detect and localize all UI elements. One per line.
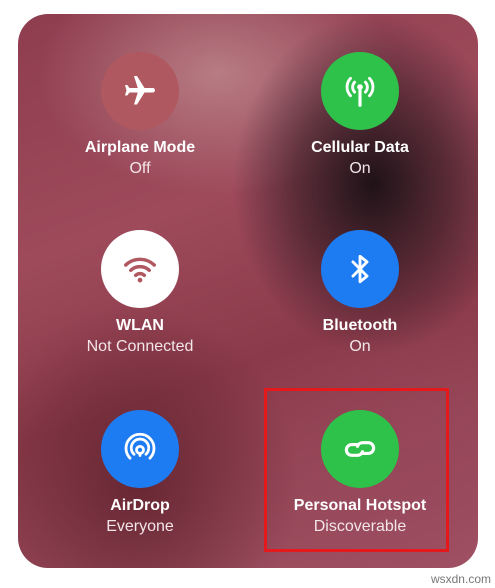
cellular-data-label: Cellular Data [311,139,409,156]
airplane-icon [125,76,155,105]
airplane-mode-label: Airplane Mode [84,139,196,156]
bluetooth-icon [351,254,369,284]
wlan-toggle[interactable]: WLAN Not Connected [40,230,240,390]
airplane-mode-status: Off [129,160,151,177]
airdrop-label: AirDrop [110,497,170,514]
watermark-text: wsxdn.com [430,572,491,586]
bluetooth-button[interactable] [321,230,399,308]
bluetooth-status: On [349,338,371,355]
hotspot-link-icon [344,441,376,457]
airplane-mode-button[interactable] [101,52,179,130]
airdrop-toggle[interactable]: AirDrop Everyone [40,410,240,570]
cellular-data-status: On [349,160,371,177]
wifi-icon [124,257,156,283]
wlan-button[interactable] [101,230,179,308]
personal-hotspot-toggle[interactable]: Personal Hotspot Discoverable [260,410,460,570]
bluetooth-toggle[interactable]: Bluetooth On [260,230,460,390]
screenshot-frame: Airplane Mode Off Cellular Data On WLAN … [0,0,495,588]
cellular-data-button[interactable] [321,52,399,130]
wlan-status: Not Connected [86,338,194,355]
cellular-data-toggle[interactable]: Cellular Data On [260,52,460,212]
personal-hotspot-button[interactable] [321,410,399,488]
airdrop-status: Everyone [106,518,174,535]
antenna-icon [345,76,375,107]
airplane-mode-toggle[interactable]: Airplane Mode Off [40,52,240,212]
airdrop-button[interactable] [101,410,179,488]
personal-hotspot-status: Discoverable [313,518,407,535]
bluetooth-label: Bluetooth [322,317,398,334]
personal-hotspot-label: Personal Hotspot [293,497,427,514]
wlan-label: WLAN [116,317,164,334]
airdrop-icon [124,432,156,460]
